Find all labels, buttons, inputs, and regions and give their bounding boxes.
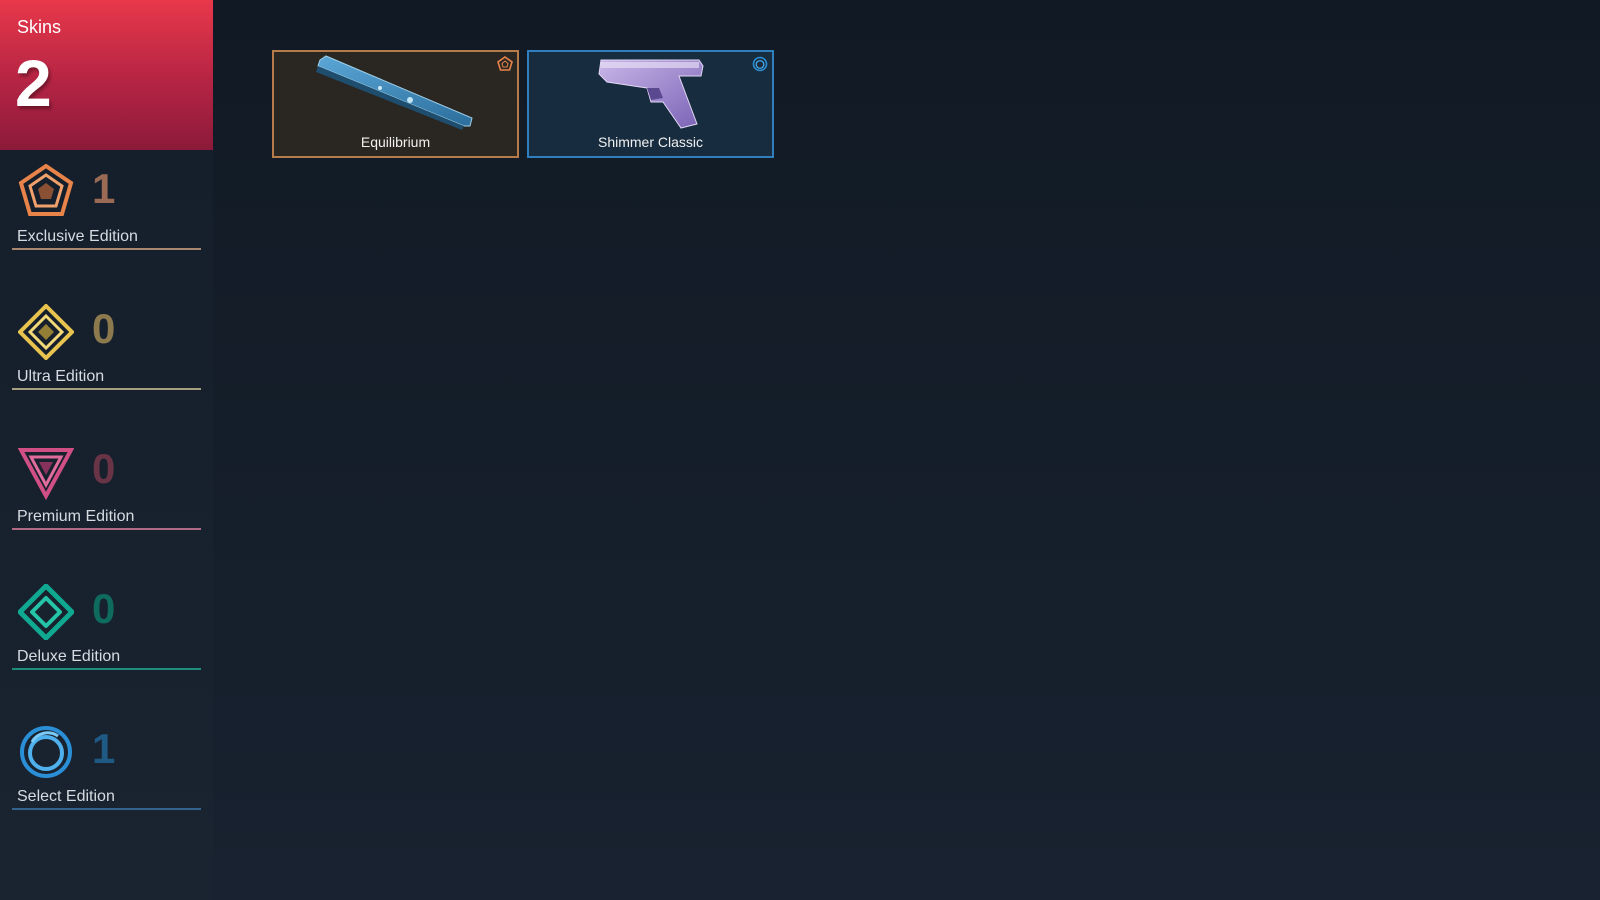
premium-edition-icon — [18, 444, 74, 500]
skins-summary[interactable]: Skins 2 — [0, 0, 213, 150]
tier-label: Exclusive Edition — [17, 228, 138, 245]
tier-premium[interactable]: 0 Premium Edition — [12, 430, 201, 530]
skin-name: Equilibrium — [360, 134, 431, 150]
tier-label: Premium Edition — [17, 508, 135, 525]
tier-label: Deluxe Edition — [17, 648, 121, 665]
tier-count: 1 — [92, 165, 116, 212]
tier-deluxe[interactable]: 0 Deluxe Edition — [12, 570, 201, 670]
skin-card-shimmer-classic[interactable]: Shimmer Classic — [527, 50, 774, 158]
deluxe-edition-icon — [18, 584, 74, 640]
skin-card-equilibrium[interactable]: Equilibrium — [272, 50, 519, 158]
tier-select[interactable]: 1 Select Edition — [12, 710, 201, 810]
tier-count: 1 — [92, 725, 116, 772]
exclusive-edition-icon — [18, 164, 74, 220]
select-tier-badge-icon — [752, 56, 768, 72]
ultra-edition-icon — [18, 304, 74, 360]
sidebar: Skins 2 1 Exclusive Edition 0 Ultra Edit… — [0, 0, 213, 900]
select-edition-icon — [18, 724, 74, 780]
tier-label: Ultra Edition — [17, 368, 105, 385]
tier-count: 0 — [92, 585, 116, 632]
tier-count: 0 — [92, 305, 116, 352]
tier-exclusive[interactable]: 1 Exclusive Edition — [12, 150, 201, 250]
tier-count: 0 — [92, 445, 116, 492]
tier-label: Select Edition — [17, 788, 115, 805]
exclusive-tier-badge-icon — [497, 56, 513, 72]
pistol-icon — [529, 52, 772, 137]
sniper-rifle-icon — [274, 52, 517, 137]
skins-count: 2 — [15, 46, 52, 120]
skins-title: Skins — [17, 17, 62, 37]
skin-name: Shimmer Classic — [597, 134, 703, 150]
tier-ultra[interactable]: 0 Ultra Edition — [12, 290, 201, 390]
